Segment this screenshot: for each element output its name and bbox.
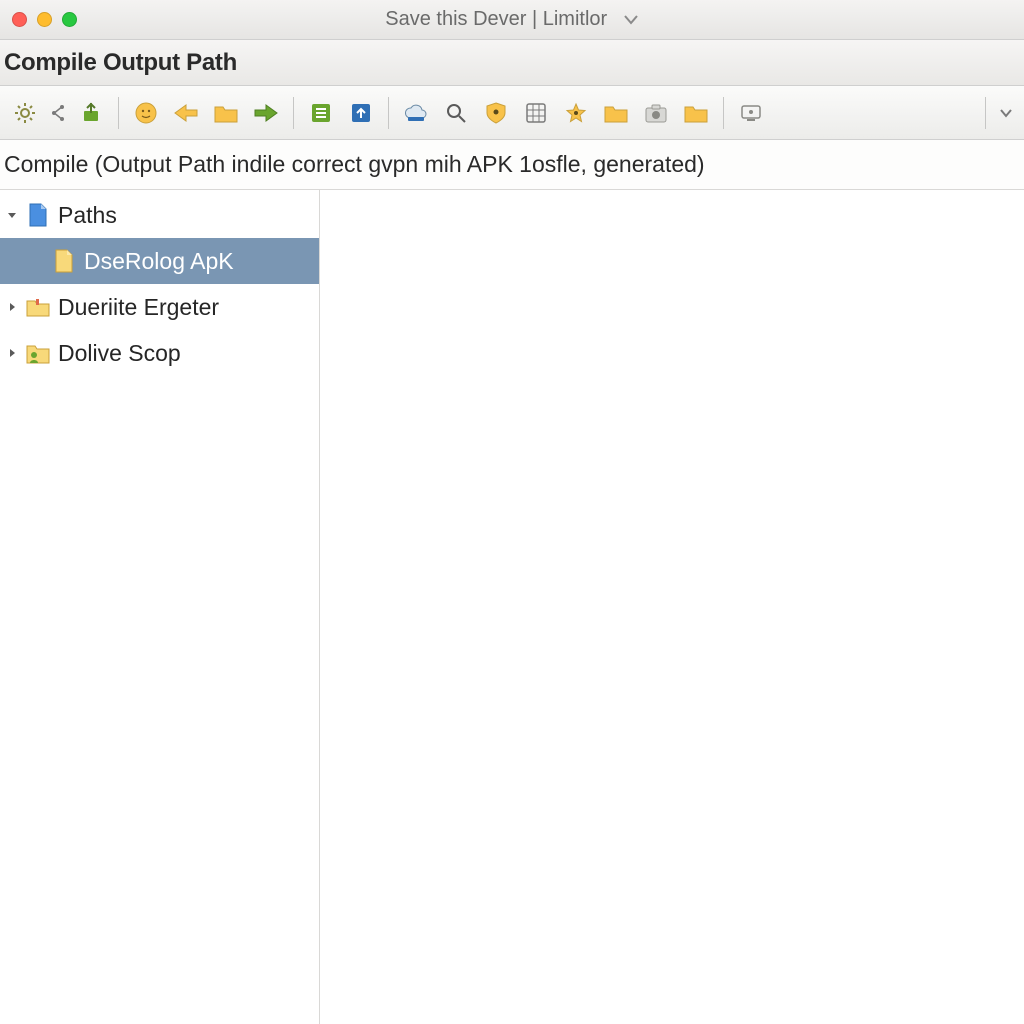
content-area: Paths DseRolog ApK Dueriite Ergeter [0,190,1024,1024]
tree-root-paths[interactable]: Paths [0,192,319,238]
toolbar [0,86,1024,140]
device-icon[interactable] [734,96,768,130]
titlebar: Save this Dever | Limitlor [0,0,1024,40]
folder-yellow-icon [24,293,52,321]
window-title-text: Save this Dever | Limitlor [385,8,607,30]
tree-item-dueriite-ergeter[interactable]: Dueriite Ergeter [0,284,319,330]
camera-icon[interactable] [639,96,673,130]
folder3-icon[interactable] [679,96,713,130]
folder-icon[interactable] [209,96,243,130]
share-icon[interactable] [48,96,68,130]
toolbar-separator [985,97,986,129]
chevron-down-icon[interactable] [2,205,22,225]
list-icon[interactable] [304,96,338,130]
tree-panel: Paths DseRolog ApK Dueriite Ergeter [0,190,320,1024]
toolbar-separator [118,97,119,129]
section-title: Compile Output Path [4,49,237,77]
tree-item-dolive-scop[interactable]: Dolive Scop [0,330,319,376]
chevron-right-icon[interactable] [2,297,22,317]
toolbar-separator [723,97,724,129]
window-title: Save this Dever | Limitlor [0,8,1024,31]
folder2-icon[interactable] [599,96,633,130]
section-header: Compile Output Path [0,40,1024,86]
file-yellow-icon [50,247,78,275]
tree-item-label: Dueriite Ergeter [58,294,219,321]
grid-icon[interactable] [519,96,553,130]
window-close-button[interactable] [12,12,27,27]
search-icon[interactable] [439,96,473,130]
tree-item-label: DseRolog ApK [84,248,234,275]
tree-root-label: Paths [58,202,117,229]
forward-icon[interactable] [249,96,283,130]
file-blue-icon [24,201,52,229]
compile-description-text: Compile (Output Path indile correct gvpn… [4,151,705,178]
shield-icon[interactable] [479,96,513,130]
toolbar-separator [388,97,389,129]
folder-person-icon [24,339,52,367]
tree-item-dserolog-apk[interactable]: DseRolog ApK [0,238,319,284]
tree-item-label: Dolive Scop [58,340,181,367]
traffic-lights [12,12,77,27]
toolbar-overflow-icon[interactable] [996,108,1016,118]
title-dropdown-icon[interactable] [623,14,639,26]
disclosure-spacer [28,251,48,271]
compile-description-bar: Compile (Output Path indile correct gvpn… [0,140,1024,190]
cloud-icon[interactable] [399,96,433,130]
star-icon[interactable] [559,96,593,130]
back-icon[interactable] [169,96,203,130]
main-panel [320,190,1024,1024]
sun-icon[interactable] [129,96,163,130]
chevron-right-icon[interactable] [2,343,22,363]
settings-gear-icon[interactable] [8,96,42,130]
window-maximize-button[interactable] [62,12,77,27]
upload-blue-icon[interactable] [344,96,378,130]
window-minimize-button[interactable] [37,12,52,27]
toolbar-separator [293,97,294,129]
import-icon[interactable] [74,96,108,130]
